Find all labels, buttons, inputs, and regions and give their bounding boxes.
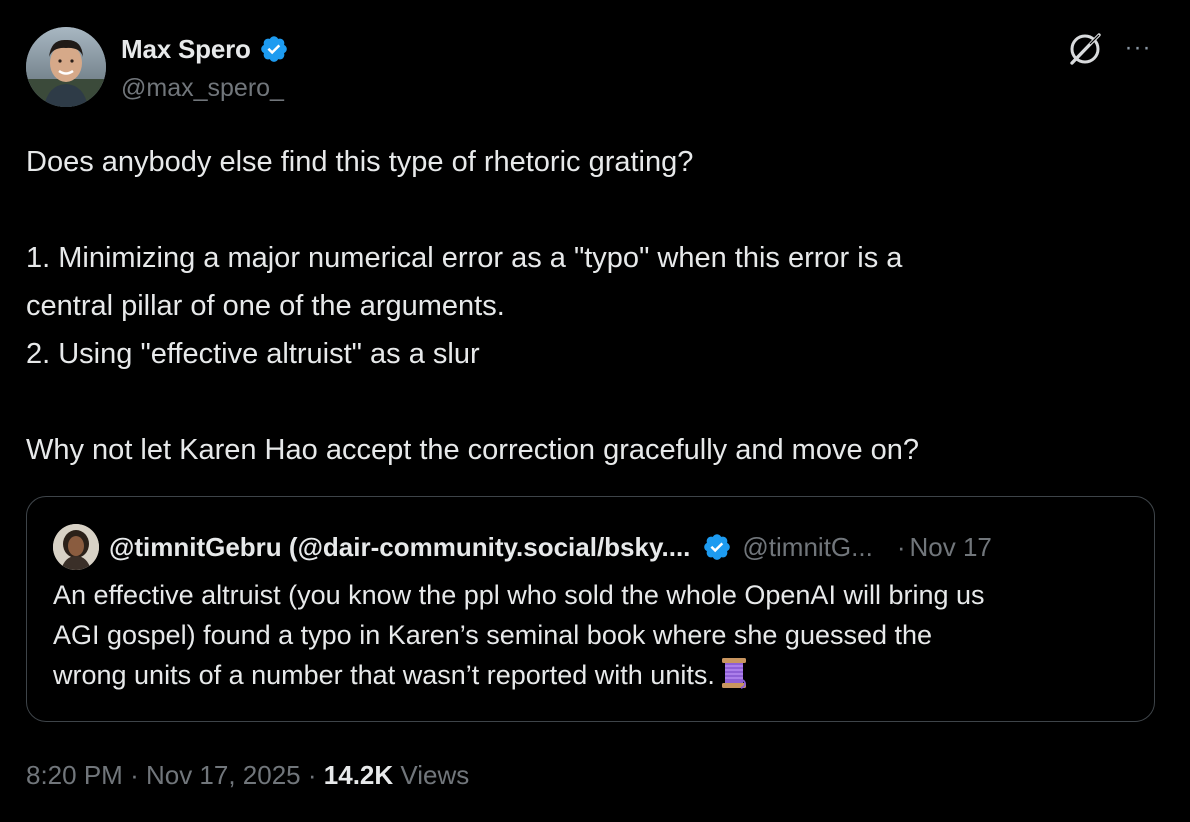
verified-badge-icon: [259, 34, 289, 64]
quoted-tweet-header: @timnitGebru (@dair-community.social/bsk…: [109, 527, 992, 567]
quoted-tweet-line: wrong units of a number that wasn’t repo…: [53, 660, 715, 690]
tweet-blank-line: [26, 186, 1146, 234]
author-name-row[interactable]: Max Spero: [121, 32, 289, 66]
separator-dot: ·: [896, 531, 906, 562]
quoted-tweet-card[interactable]: @timnitGebru (@dair-community.social/bsk…: [26, 496, 1155, 722]
author-handle[interactable]: @max_spero_: [121, 74, 284, 103]
quoted-tweet-text: An effective altruist (you know the ppl …: [53, 575, 1143, 695]
tweet-line: 1. Minimizing a major numerical error as…: [26, 242, 903, 274]
tweet-blank-line: [26, 378, 1146, 426]
author-display-name[interactable]: Max Spero: [121, 34, 251, 65]
tweet-line: Why not let Karen Hao accept the correct…: [26, 434, 920, 466]
quoted-author-avatar[interactable]: [53, 524, 99, 570]
grok-icon[interactable]: [1066, 30, 1104, 68]
separator-dot: ·: [307, 760, 317, 790]
quoted-tweet-line: An effective altruist (you know the ppl …: [53, 580, 985, 610]
separator-dot: ·: [130, 760, 139, 790]
quoted-tweet-line: AGI gospel) found a typo in Karen’s semi…: [53, 620, 933, 650]
views-label: Views: [400, 760, 470, 790]
tweet-line: 2. Using "effective altruist" as a slur: [26, 338, 480, 370]
tweet-date[interactable]: Nov 17, 2025: [146, 760, 301, 790]
verified-badge-icon: [702, 532, 732, 562]
more-options-icon[interactable]: ···: [1120, 34, 1156, 62]
author-avatar[interactable]: [26, 27, 106, 107]
tweet-time[interactable]: 8:20 PM: [26, 760, 123, 790]
views-count[interactable]: 14.2K: [324, 760, 393, 790]
quoted-tweet-date[interactable]: Nov 17: [909, 532, 991, 563]
tweet-meta-footer: 8:20 PM · Nov 17, 2025 · 14.2K Views: [26, 760, 469, 791]
quoted-author-handle[interactable]: @timnitG...: [742, 532, 872, 563]
spool-of-thread-icon: [719, 656, 749, 690]
tweet-line: Does anybody else find this type of rhet…: [26, 146, 694, 178]
tweet-line: central pillar of one of the arguments.: [26, 290, 505, 322]
tweet-text: Does anybody else find this type of rhet…: [26, 138, 1146, 474]
quoted-tweet-line-last: wrong units of a number that wasn’t repo…: [53, 655, 1143, 695]
quoted-author-display-name[interactable]: @timnitGebru (@dair-community.social/bsk…: [109, 532, 690, 563]
